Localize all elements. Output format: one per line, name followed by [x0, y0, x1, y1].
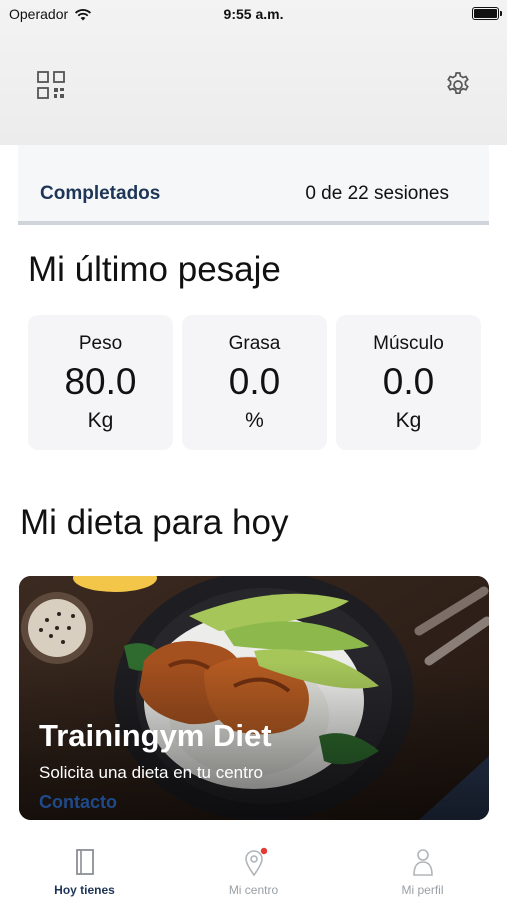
app-screen: Operador 9:55 a.m. Completados 0 de 22 s…	[0, 0, 507, 900]
tab-bar: Hoy tienes Mi centro Mi perfil	[0, 835, 507, 900]
header: Operador 9:55 a.m.	[0, 0, 507, 145]
metric-unit: Kg	[395, 409, 422, 432]
completed-sessions-card: Completados 0 de 22 sesiones	[18, 145, 489, 225]
tab-today[interactable]: Hoy tienes	[0, 835, 169, 900]
diet-card-title: Trainingym Diet	[39, 718, 272, 753]
status-bar: Operador 9:55 a.m.	[0, 0, 507, 28]
gear-icon[interactable]	[443, 70, 473, 100]
diet-card[interactable]: Trainingym Diet Solicita una dieta en tu…	[19, 576, 489, 820]
metric-card-fat[interactable]: Grasa 0.0 %	[182, 315, 327, 450]
metric-card-muscle[interactable]: Músculo 0.0 Kg	[336, 315, 481, 450]
location-pin-icon	[245, 847, 267, 877]
tab-my-profile[interactable]: Mi perfil	[338, 835, 507, 900]
tab-label: Mi centro	[228, 883, 279, 897]
contact-link[interactable]: Contacto	[39, 792, 117, 813]
tab-label: Mi perfil	[401, 883, 444, 897]
person-icon	[413, 849, 433, 876]
metric-value: 0.0	[228, 361, 281, 402]
metric-unit: Kg	[87, 409, 114, 432]
qr-code-icon[interactable]	[36, 70, 66, 100]
metric-label: Peso	[78, 333, 123, 354]
metric-unit: %	[245, 409, 264, 432]
weigh-in-title: Mi último pesaje	[28, 250, 281, 289]
battery-icon	[472, 7, 502, 20]
notification-badge	[260, 847, 267, 855]
metric-value: 80.0	[64, 361, 137, 402]
diet-section-title: Mi dieta para hoy	[20, 503, 289, 542]
tab-label: Hoy tienes	[54, 883, 115, 897]
tab-my-center[interactable]: Mi centro	[169, 835, 338, 900]
metric-card-weight[interactable]: Peso 80.0 Kg	[28, 315, 173, 450]
completed-value: 0 de 22 sesiones	[305, 183, 449, 204]
metric-label: Músculo	[373, 333, 444, 354]
completed-label: Completados	[40, 183, 161, 204]
book-icon	[76, 849, 94, 875]
metric-label: Grasa	[228, 333, 281, 354]
status-time: 9:55 a.m.	[223, 6, 284, 22]
food-image	[19, 576, 489, 820]
diet-card-subtitle: Solicita una dieta en tu centro	[39, 763, 263, 782]
metric-value: 0.0	[382, 361, 435, 402]
